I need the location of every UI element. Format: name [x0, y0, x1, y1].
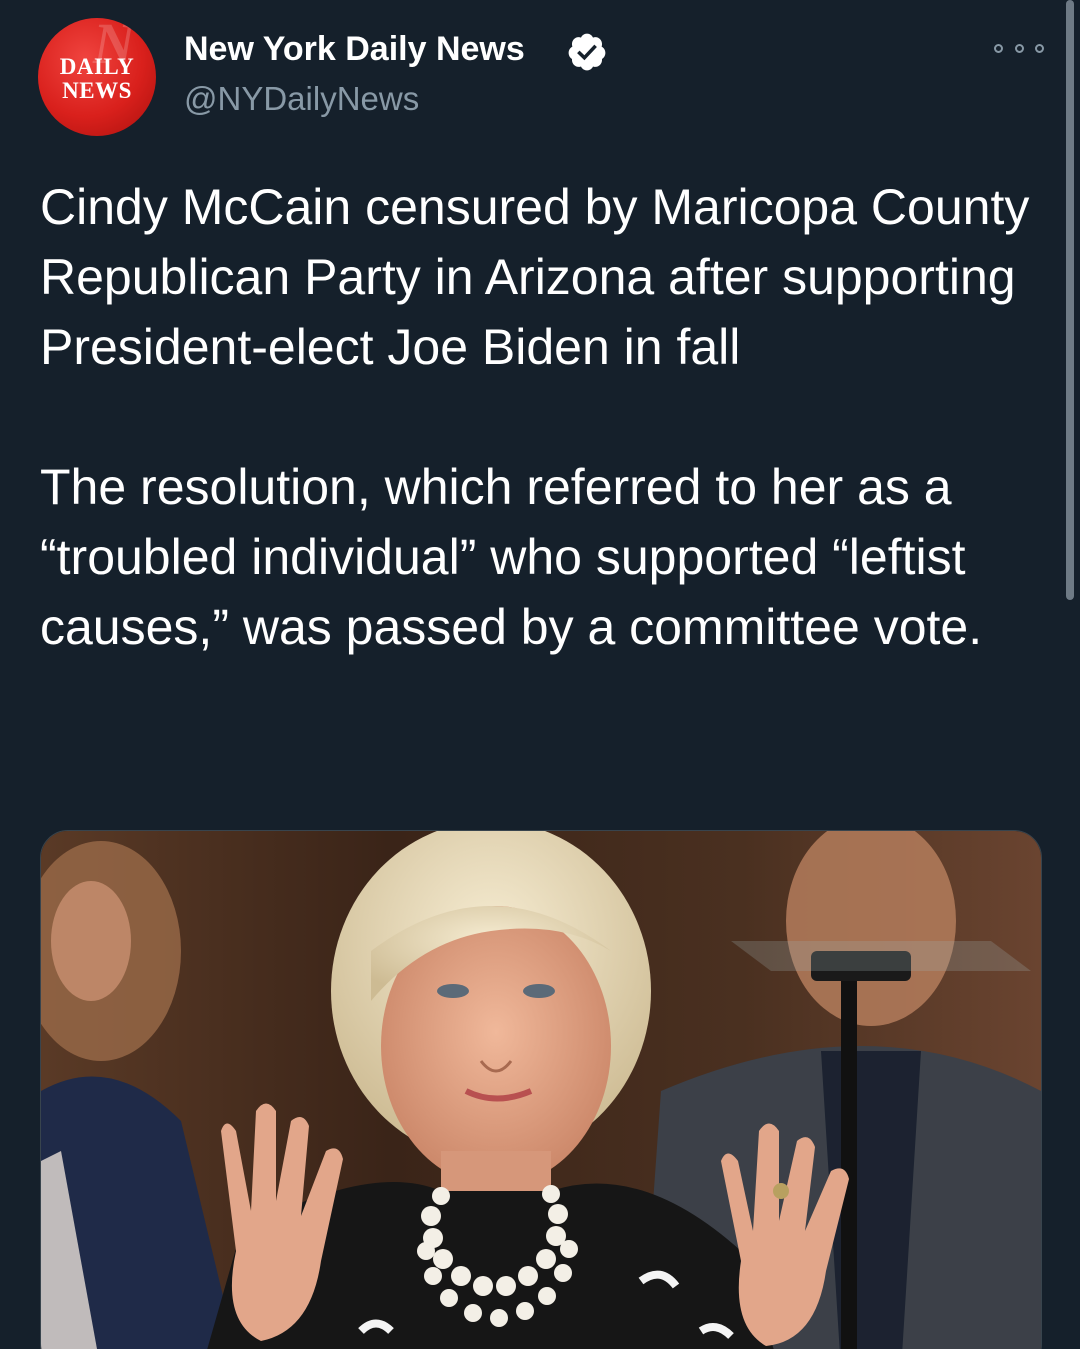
tweet-photo[interactable] — [40, 830, 1042, 1349]
scrollbar[interactable] — [1066, 0, 1074, 600]
more-dot-icon — [1035, 43, 1044, 53]
tweet-view: N DAILY NEWS New York Daily News @NYDail… — [0, 0, 1080, 1349]
tweet-paragraph-headline: Cindy McCain censured by Maricopa County… — [40, 179, 1030, 375]
avatar-text-line-2: NEWS — [62, 78, 132, 103]
more-options-icon[interactable] — [994, 36, 1044, 60]
author-name[interactable]: New York Daily News — [184, 30, 525, 69]
more-dot-icon — [1014, 43, 1024, 53]
more-dot-icon — [994, 43, 1003, 53]
tweet-text: Cindy McCain censured by Maricopa County… — [40, 172, 1040, 662]
verified-badge-icon — [568, 33, 606, 71]
avatar-text-line-1: DAILY — [59, 54, 135, 79]
avatar[interactable]: N DAILY NEWS — [38, 18, 156, 136]
author-handle[interactable]: @NYDailyNews — [184, 80, 419, 118]
photo-illustration — [41, 831, 1041, 1349]
tweet-paragraph-body: The resolution, which referred to her as… — [40, 459, 983, 655]
